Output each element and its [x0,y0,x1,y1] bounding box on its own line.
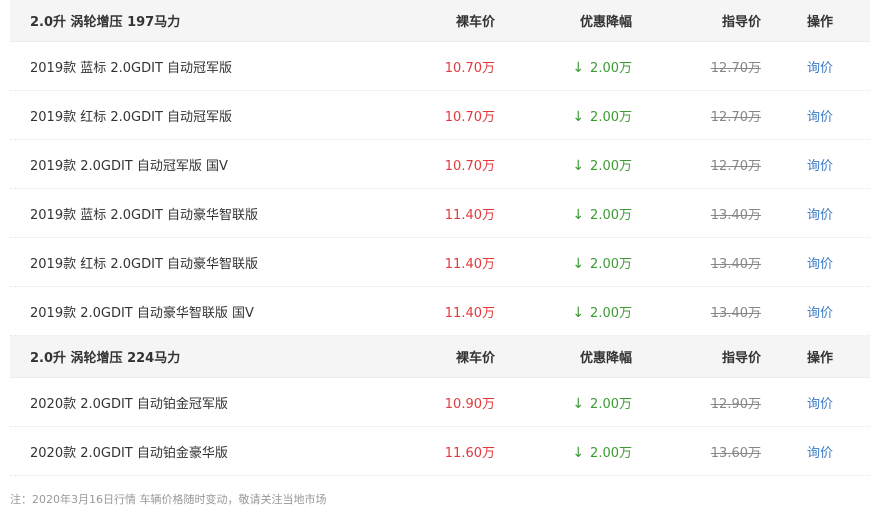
col-header-price: 裸车价 [455,351,495,366]
bare-price: 11.40万 [444,305,495,321]
table-row: 2019款 2.0GDIT 自动豪华智联版 国V 11.40万 ↓ 2.00万 1… [10,287,870,336]
table-row: 2019款 蓝标 2.0GDIT 自动豪华智联版 11.40万 ↓ 2.00万 1… [10,189,870,238]
discount-cell: ↓ 2.00万 [495,302,632,321]
inquiry-link[interactable]: 询价 [761,302,833,321]
arrow-down-icon: ↓ [572,255,585,272]
group-header: 2.0升 涡轮增压 224马力 裸车价 优惠降幅 指导价 操作 [10,336,870,378]
model-name: 2019款 蓝标 2.0GDIT 自动豪华智联版 [30,207,259,223]
inquiry-link[interactable]: 询价 [761,155,833,174]
guide-price: 13.40万 [710,305,761,321]
discount-value: 2.00万 [590,207,632,223]
guide-price: 12.90万 [710,396,761,412]
guide-price: 13.40万 [710,207,761,223]
col-header-guide: 指导价 [721,351,761,366]
discount-cell: ↓ 2.00万 [495,253,632,272]
arrow-down-icon: ↓ [572,157,585,174]
col-header-action: 操作 [806,351,833,366]
bare-price: 11.40万 [444,256,495,272]
table-row: 2019款 蓝标 2.0GDIT 自动冠军版 10.70万 ↓ 2.00万 12.… [10,42,870,91]
bare-price: 10.90万 [444,396,495,412]
guide-price: 13.40万 [710,256,761,272]
col-header-discount: 优惠降幅 [579,351,632,366]
inquiry-link[interactable]: 询价 [761,204,833,223]
discount-value: 2.00万 [590,445,632,461]
group-title: 2.0升 涡轮增压 224马力 [30,351,181,366]
discount-value: 2.00万 [590,60,632,76]
discount-value: 2.00万 [590,305,632,321]
discount-cell: ↓ 2.00万 [495,393,632,412]
bare-price: 10.70万 [444,109,495,125]
table-row: 2019款 2.0GDIT 自动冠军版 国V 10.70万 ↓ 2.00万 12.… [10,140,870,189]
inquiry-link[interactable]: 询价 [761,57,833,76]
arrow-down-icon: ↓ [572,444,585,461]
bare-price: 10.70万 [444,60,495,76]
arrow-down-icon: ↓ [572,59,585,76]
bare-price: 11.40万 [444,207,495,223]
model-name: 2019款 红标 2.0GDIT 自动豪华智联版 [30,256,259,272]
discount-cell: ↓ 2.00万 [495,57,632,76]
bare-price: 11.60万 [444,445,495,461]
group-header: 2.0升 涡轮增压 197马力 裸车价 优惠降幅 指导价 操作 [10,0,870,42]
group-title: 2.0升 涡轮增压 197马力 [30,15,181,30]
price-table: 2.0升 涡轮增压 197马力 裸车价 优惠降幅 指导价 操作 2019款 蓝标… [10,0,870,476]
col-header-action: 操作 [806,15,833,30]
inquiry-link[interactable]: 询价 [761,253,833,272]
guide-price: 13.60万 [710,445,761,461]
table-row: 2019款 红标 2.0GDIT 自动冠军版 10.70万 ↓ 2.00万 12.… [10,91,870,140]
arrow-down-icon: ↓ [572,304,585,321]
table-row: 2020款 2.0GDIT 自动铂金豪华版 11.60万 ↓ 2.00万 13.6… [10,427,870,476]
model-name: 2019款 2.0GDIT 自动豪华智联版 国V [30,305,254,321]
discount-value: 2.00万 [590,158,632,174]
discount-cell: ↓ 2.00万 [495,204,632,223]
model-name: 2020款 2.0GDIT 自动铂金豪华版 [30,445,228,461]
col-header-price: 裸车价 [455,15,495,30]
guide-price: 12.70万 [710,109,761,125]
discount-value: 2.00万 [590,396,632,412]
table-row: 2019款 红标 2.0GDIT 自动豪华智联版 11.40万 ↓ 2.00万 1… [10,238,870,287]
inquiry-link[interactable]: 询价 [761,106,833,125]
discount-value: 2.00万 [590,109,632,125]
guide-price: 12.70万 [710,60,761,76]
discount-cell: ↓ 2.00万 [495,155,632,174]
discount-cell: ↓ 2.00万 [495,106,632,125]
table-row: 2020款 2.0GDIT 自动铂金冠军版 10.90万 ↓ 2.00万 12.9… [10,378,870,427]
arrow-down-icon: ↓ [572,108,585,125]
footer-note: 注：2020年3月16日行情 车辆价格随时变动，敬请关注当地市场 [10,493,327,506]
col-header-discount: 优惠降幅 [579,15,632,30]
model-name: 2019款 蓝标 2.0GDIT 自动冠军版 [30,60,233,76]
discount-value: 2.00万 [590,256,632,272]
discount-cell: ↓ 2.00万 [495,442,632,461]
inquiry-link[interactable]: 询价 [761,393,833,412]
model-name: 2019款 2.0GDIT 自动冠军版 国V [30,158,228,174]
col-header-guide: 指导价 [721,15,761,30]
guide-price: 12.70万 [710,158,761,174]
model-name: 2020款 2.0GDIT 自动铂金冠军版 [30,396,228,412]
bare-price: 10.70万 [444,158,495,174]
model-name: 2019款 红标 2.0GDIT 自动冠军版 [30,109,233,125]
inquiry-link[interactable]: 询价 [761,442,833,461]
arrow-down-icon: ↓ [572,206,585,223]
arrow-down-icon: ↓ [572,395,585,412]
